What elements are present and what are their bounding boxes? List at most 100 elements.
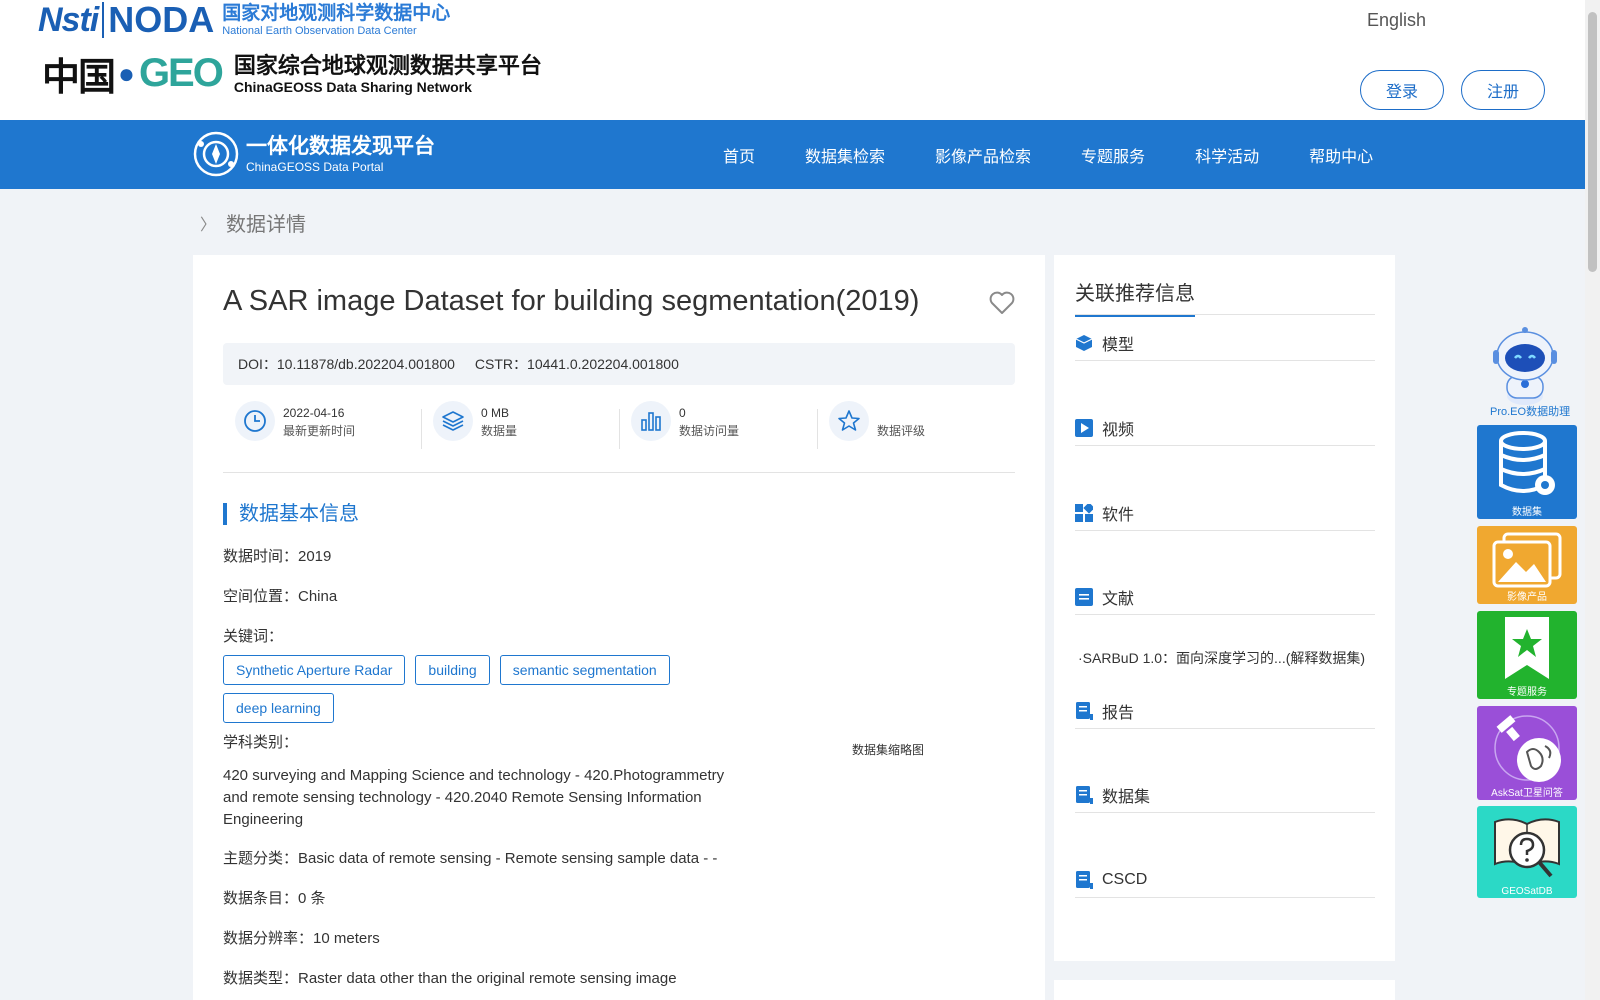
stat-updated-value: 2022-04-16 [283, 406, 345, 420]
nav-menu: 首页 数据集检索 影像产品检索 专题服务 科学活动 帮助中心 [723, 120, 1423, 189]
image-gallery-icon [1492, 532, 1562, 588]
stat-visits: 0 数据访问量 [619, 401, 817, 472]
report-icon [1076, 870, 1093, 889]
stat-updated: 2022-04-16 最新更新时间 [223, 401, 421, 472]
noda-logo-mark: NODA [102, 2, 214, 38]
tool-topic-label: 专题服务 [1507, 687, 1547, 698]
stat-rating-label: 数据评级 [877, 424, 926, 438]
document-icon [1075, 587, 1093, 606]
portal-logo[interactable]: 一体化数据发现平台 ChinaGEOSS Data Portal [192, 130, 435, 178]
portal-logo-icon [193, 131, 239, 177]
field-topic: 主题分类：Basic data of remote sensing - Remo… [223, 850, 718, 867]
keyword-tag[interactable]: semantic segmentation [499, 655, 670, 685]
related-section-report[interactable]: 报告 [1075, 693, 1375, 729]
tool-topic[interactable]: 专题服务 [1477, 611, 1577, 699]
dataset-detail-card: A SAR image Dataset for building segment… [193, 255, 1045, 1000]
bar-chart-icon [631, 401, 671, 441]
related-section-software[interactable]: 软件 [1075, 495, 1375, 531]
nav-item-help[interactable]: 帮助中心 [1309, 143, 1373, 167]
nav-item-image-search[interactable]: 影像产品检索 [935, 143, 1031, 167]
related-section-literature[interactable]: 文献 [1075, 579, 1375, 615]
related-title-divider [1075, 314, 1375, 315]
tool-asksat[interactable]: AskSat卫星问答 [1477, 706, 1577, 800]
related-section-cscd[interactable]: CSCD [1075, 862, 1375, 898]
page-scrollbar[interactable] [1585, 0, 1600, 1000]
geo-name-cn: 国家综合地球观测数据共享平台 [233, 52, 542, 78]
language-switch[interactable]: English [1367, 10, 1426, 31]
related-section-label: 文献 [1102, 590, 1135, 608]
related-section-dataset[interactable]: 数据集 [1075, 777, 1375, 813]
keyword-tags: Synthetic Aperture Radar building semant… [223, 655, 723, 731]
geo-logo-mark: GEO [138, 51, 224, 95]
play-icon [1075, 418, 1093, 437]
stat-size-value: 0 MB [481, 406, 510, 420]
section-title-basic-info: 数据基本信息 [223, 503, 359, 525]
robot-assistant-icon[interactable] [1487, 324, 1563, 406]
nav-item-home[interactable]: 首页 [723, 143, 755, 167]
main-nav: 一体化数据发现平台 ChinaGEOSS Data Portal 首页 数据集检… [0, 120, 1585, 189]
related-literature-link[interactable]: ·SARBuD 1.0：面向深度学习的...(解释数据集) [1078, 648, 1365, 668]
related-title: 关联推荐信息 [1075, 277, 1195, 317]
login-button[interactable]: 登录 [1360, 70, 1444, 110]
stat-size: 0 MB 数据量 [421, 401, 619, 472]
nav-item-topic-service[interactable]: 专题服务 [1081, 143, 1145, 167]
clock-icon [235, 401, 275, 441]
portal-name-cn: 一体化数据发现平台 [246, 135, 435, 158]
field-resolution: 数据分辨率：10 meters [223, 930, 380, 947]
nav-item-science[interactable]: 科学活动 [1195, 143, 1259, 167]
field-discipline-label: 学科类别： [223, 734, 299, 751]
related-section-model[interactable]: 模型 [1075, 325, 1375, 361]
related-section-label: 模型 [1102, 336, 1135, 354]
stat-rating: 数据评级 [817, 401, 1015, 472]
geo-logo-cn: 中国 [42, 54, 116, 99]
assistant-label[interactable]: Pro.EO数据助理 [1490, 403, 1570, 419]
related-section-label: CSCD [1102, 870, 1148, 888]
tool-asksat-label: AskSat卫星问答 [1491, 788, 1563, 799]
geo-name-en: ChinaGEOSS Data Sharing Network [233, 78, 472, 95]
star-icon [829, 401, 869, 441]
field-data-type: 数据类型：Raster data other than the original… [223, 970, 677, 987]
tool-geosatdb-label: GEOSatDB [1501, 886, 1553, 897]
scrollbar-thumb[interactable] [1588, 12, 1597, 272]
page-title: A SAR image Dataset for building segment… [223, 285, 920, 317]
tool-imagery[interactable]: 影像产品 [1477, 526, 1577, 604]
stat-visits-value: 0 [679, 406, 686, 420]
keyword-tag[interactable]: deep learning [223, 693, 334, 723]
related-section-label: 报告 [1102, 704, 1135, 722]
related-section-video[interactable]: 视频 [1075, 410, 1375, 446]
tool-geosatdb[interactable]: GEOSatDB [1477, 806, 1577, 898]
top-header: Nsti NODA 国家对地观测科学数据中心 National Earth Ob… [0, 0, 1585, 120]
register-button[interactable]: 注册 [1461, 70, 1545, 110]
nav-item-dataset-search[interactable]: 数据集检索 [805, 143, 885, 167]
geo-logo-dot: ● [118, 57, 135, 89]
apps-icon [1075, 503, 1093, 522]
tool-imagery-label: 影像产品 [1507, 592, 1547, 603]
portal-name-en: ChinaGEOSS Data Portal [246, 160, 384, 174]
noda-logo[interactable]: Nsti NODA 国家对地观测科学数据中心 National Earth Ob… [38, 2, 450, 38]
field-data-time: 数据时间：2019 [223, 548, 332, 565]
related-section-label: 视频 [1102, 421, 1135, 439]
nsti-logo-mark: Nsti [38, 1, 99, 39]
bookmark-star-icon [1505, 617, 1549, 679]
related-section-label: 软件 [1102, 506, 1135, 524]
report-icon [1076, 701, 1093, 720]
report-icon [1076, 785, 1093, 804]
stats-row: 2022-04-16 最新更新时间 0 MB 数据量 0 数据访问量 数据评级 [223, 401, 1015, 473]
breadcrumb: 〉 数据详情 [200, 208, 306, 237]
tool-dataset-label: 数据集 [1512, 507, 1542, 518]
breadcrumb-current: 数据详情 [226, 214, 307, 236]
cube-icon [1075, 334, 1093, 351]
secondary-side-card [1054, 980, 1395, 1000]
keyword-tag[interactable]: building [415, 655, 490, 685]
tool-dataset[interactable]: 数据集 [1477, 425, 1577, 519]
cstr-value[interactable]: CSTR：10441.0.202204.001800 [475, 354, 679, 374]
stat-size-label: 数据量 [481, 424, 518, 438]
favorite-heart-icon[interactable] [989, 291, 1015, 315]
chevron-right-icon: 〉 [200, 216, 217, 234]
doi-value[interactable]: DOI：10.11878/db.202204.001800 [238, 354, 455, 374]
satellite-globe-icon [1494, 715, 1561, 782]
chinageoss-logo[interactable]: 中国 ● GEO 国家综合地球观测数据共享平台 ChinaGEOSS Data … [42, 46, 542, 101]
noda-name-en: National Earth Observation Data Center [222, 25, 417, 37]
related-section-label: 数据集 [1102, 788, 1151, 806]
keyword-tag[interactable]: Synthetic Aperture Radar [223, 655, 406, 685]
